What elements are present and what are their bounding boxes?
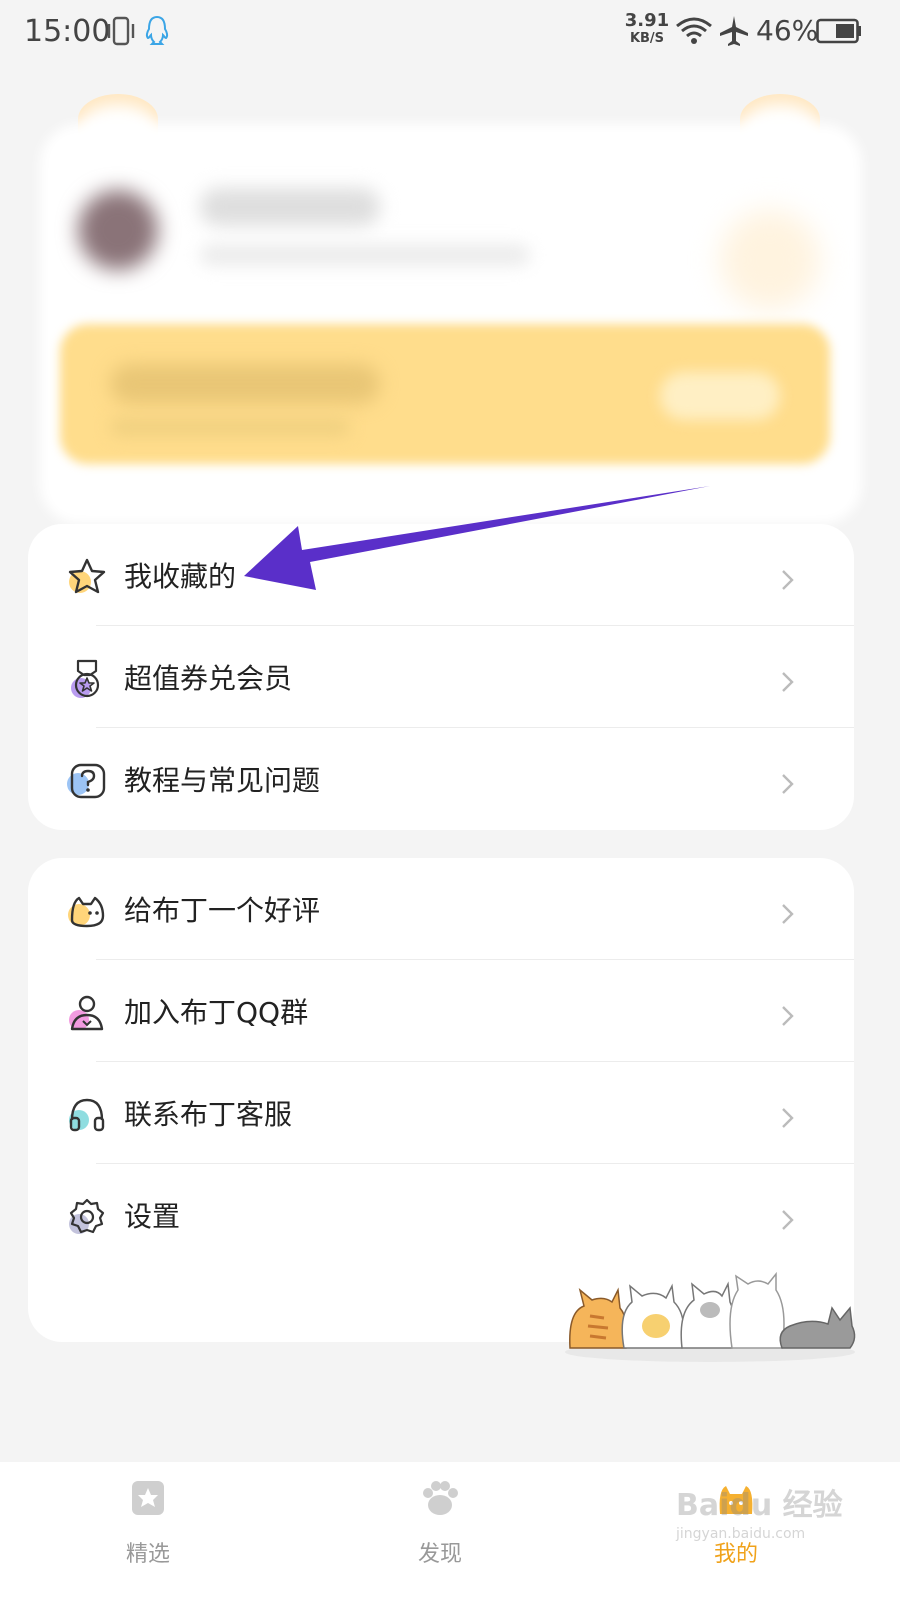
menu-label: 联系布丁客服 — [124, 1098, 293, 1131]
profile-name-blurred — [200, 188, 380, 226]
headset-icon — [69, 1098, 105, 1132]
vibrate-icon — [107, 16, 135, 46]
vip-banner-subtext-blurred — [110, 418, 350, 436]
watermark-url: jingyan.baidu.com — [676, 1526, 806, 1542]
chevron-right-icon — [782, 1210, 794, 1230]
battery-icon — [816, 18, 861, 44]
status-time: 15:00 — [24, 14, 111, 49]
menu-label: 超值券兑会员 — [124, 662, 293, 695]
watermark-brand: Baidu 经验 — [676, 1488, 843, 1523]
settings-icon — [69, 1198, 105, 1234]
tab-discover[interactable]: 发现 — [380, 1478, 500, 1568]
profile-decoration — [720, 210, 820, 310]
airplane-icon — [720, 16, 748, 46]
vip-open-button[interactable] — [660, 372, 780, 420]
menu-label: 加入布丁QQ群 — [124, 996, 309, 1029]
profile-subtitle-blurred — [200, 244, 530, 266]
menu-label: 我收藏的 — [124, 560, 237, 593]
tab-featured[interactable]: 精选 — [88, 1478, 208, 1568]
chevron-right-icon — [782, 570, 794, 590]
wifi-icon — [676, 17, 712, 44]
menu-label: 设置 — [124, 1200, 181, 1233]
menu-item-join-qq-group[interactable]: 加入布丁QQ群 — [28, 960, 854, 1062]
menu-item-tutorials-faq[interactable]: 教程与常见问题 — [28, 728, 854, 830]
tab-label: 精选 — [125, 1542, 170, 1567]
profile-header — [0, 80, 900, 524]
chevron-right-icon — [782, 904, 794, 924]
network-speed: 3.91 KB/S — [624, 10, 670, 46]
avatar[interactable] — [78, 190, 158, 270]
chevron-right-icon — [782, 672, 794, 692]
vip-banner-text-blurred — [110, 364, 380, 404]
menu-item-customer-service[interactable]: 联系布丁客服 — [28, 1062, 854, 1164]
chevron-right-icon — [782, 1108, 794, 1128]
network-speed-unit: KB/S — [629, 31, 665, 46]
chevron-right-icon — [782, 1006, 794, 1026]
group-user-icon — [69, 995, 104, 1031]
menu-item-settings[interactable]: 设置 — [28, 1164, 854, 1266]
medal-icon — [71, 659, 100, 698]
menu-item-redeem-membership[interactable]: 超值券兑会员 — [28, 626, 854, 728]
star-icon — [68, 558, 106, 594]
network-speed-value: 3.91 — [624, 10, 670, 31]
qq-icon — [145, 15, 169, 45]
annotation-arrow — [244, 486, 710, 590]
chevron-right-icon — [782, 774, 794, 794]
paw-icon — [423, 1481, 458, 1515]
cats-illustration — [565, 1271, 856, 1362]
menu-label: 教程与常见问题 — [124, 764, 321, 797]
status-bar: 15:00 3.91 KB/S 46% — [0, 0, 900, 66]
cat-face-icon — [68, 896, 105, 928]
star-bookmark-icon — [132, 1481, 164, 1515]
watermark: Baidu 经验 jingyan.baidu.com — [676, 1480, 876, 1560]
battery-percent: 46% — [756, 14, 819, 47]
tab-label: 发现 — [417, 1542, 462, 1567]
help-icon — [67, 763, 106, 799]
menu-label: 给布丁一个好评 — [124, 894, 321, 927]
menu-item-rate-app[interactable]: 给布丁一个好评 — [28, 858, 854, 960]
